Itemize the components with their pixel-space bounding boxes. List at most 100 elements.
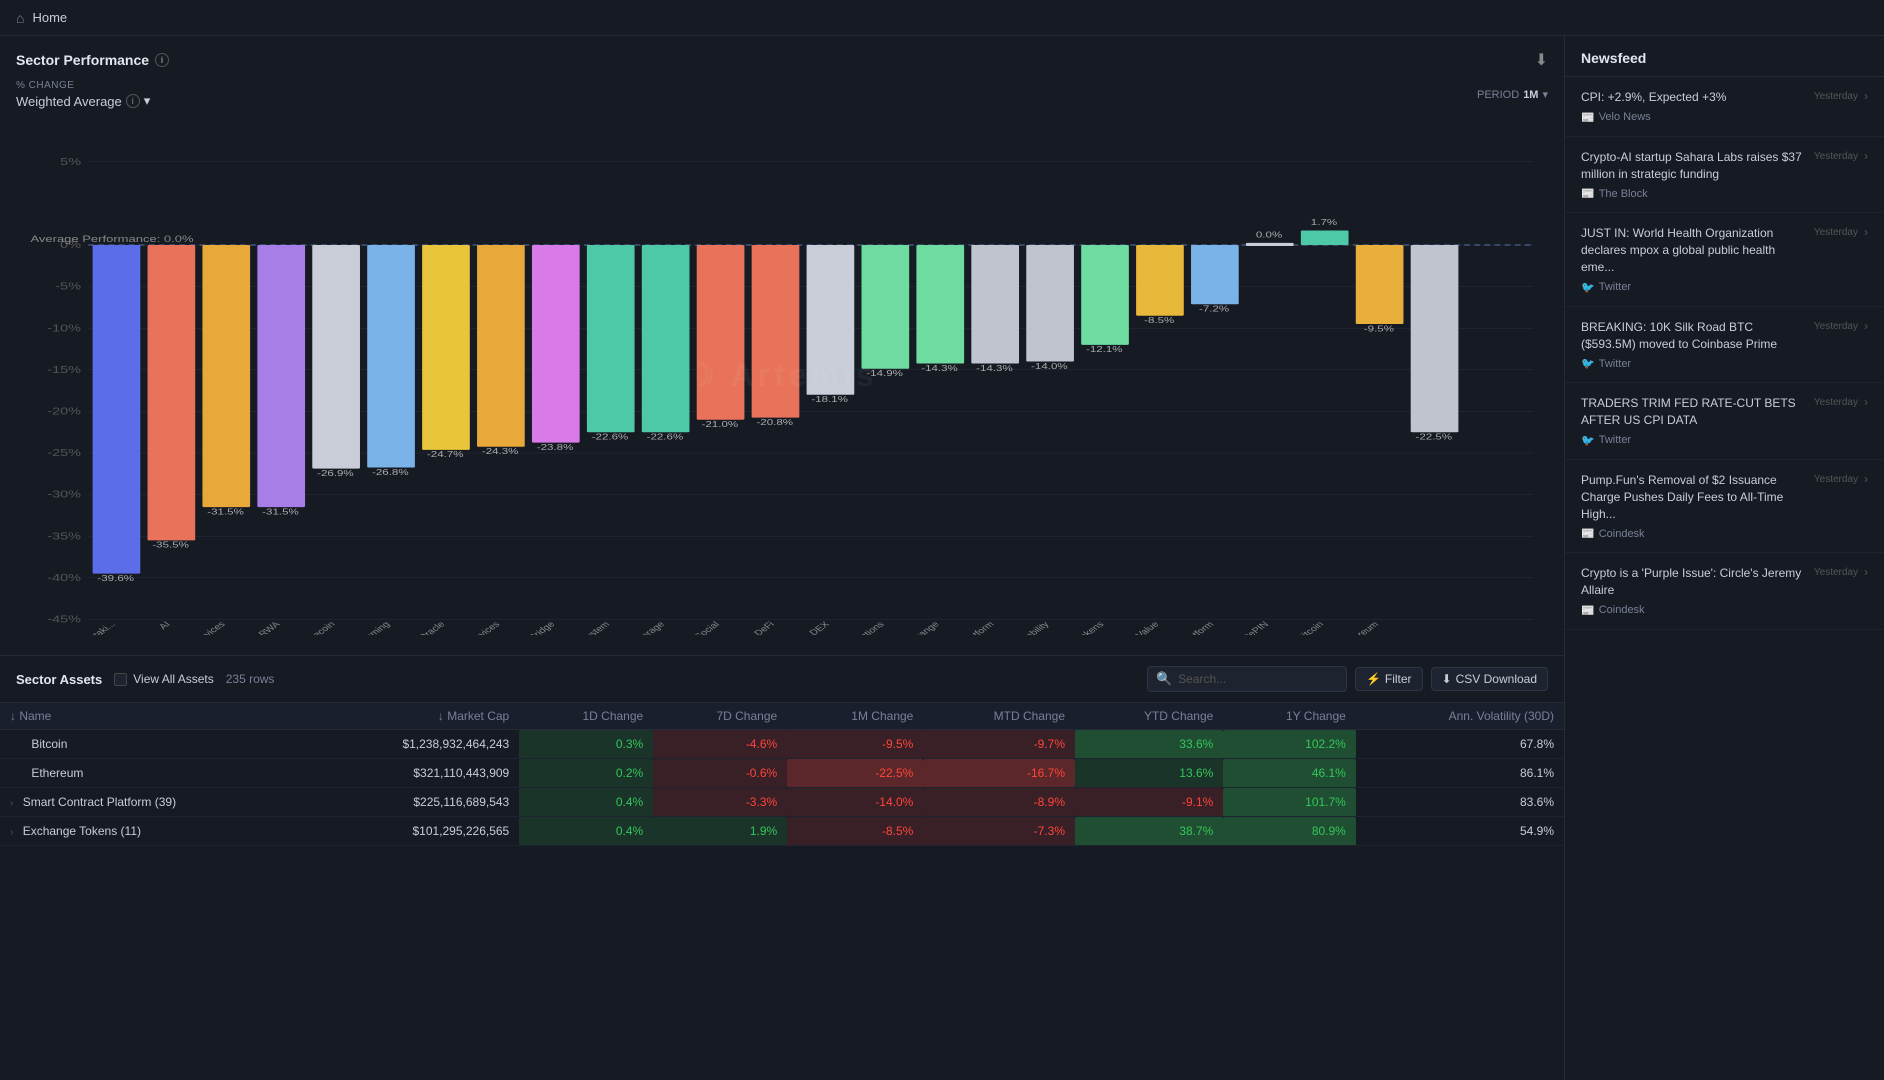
assets-table: ↓ Name ↓ Market Cap 1D Change 7D Change … <box>0 703 1564 846</box>
main-layout: Sector Performance i ⬇ % CHANGE Weighted… <box>0 36 1884 1080</box>
sector-performance-panel: Sector Performance i ⬇ % CHANGE Weighted… <box>0 36 1564 656</box>
news-title: Pump.Fun's Removal of $2 Issuance Charge… <box>1581 472 1806 522</box>
news-item[interactable]: CPI: +2.9%, Expected +3% Yesterday › 📰 V… <box>1565 77 1884 137</box>
svg-text:-23.8%: -23.8% <box>537 443 574 452</box>
col-market-cap[interactable]: ↓ Market Cap <box>309 703 519 730</box>
expand-icon[interactable]: › <box>10 827 13 838</box>
news-title: BREAKING: 10K Silk Road BTC ($593.5M) mo… <box>1581 319 1806 353</box>
svg-text:File Storage: File Storage <box>617 620 667 635</box>
twitter-icon: 🐦 <box>1581 357 1595 370</box>
view-all-checkbox[interactable] <box>114 673 127 686</box>
expand-icon[interactable]: › <box>10 798 13 809</box>
cell-1d: 0.4% <box>519 817 653 846</box>
weighted-avg-selector[interactable]: Weighted Average i ▾ <box>16 93 150 109</box>
svg-text:-14.3%: -14.3% <box>976 364 1013 373</box>
news-source-name: Twitter <box>1599 434 1631 446</box>
top-header: ⌂ Home <box>0 0 1884 36</box>
view-all-label: View All Assets <box>133 672 213 686</box>
news-source: 🐦 Twitter <box>1581 281 1868 294</box>
svg-text:-22.5%: -22.5% <box>1416 433 1453 442</box>
svg-text:-26.8%: -26.8% <box>372 468 409 477</box>
asset-name: Exchange Tokens (11) <box>23 824 141 838</box>
news-date: Yesterday <box>1814 321 1858 332</box>
col-name[interactable]: ↓ Name <box>0 703 309 730</box>
news-arrow-icon: › <box>1864 395 1868 409</box>
sector-assets-panel: Sector Assets View All Assets 235 rows 🔍… <box>0 656 1564 1080</box>
table-row[interactable]: Ethereum $321,110,443,9090.2%-0.6%-22.5%… <box>0 759 1564 788</box>
svg-text:-20.8%: -20.8% <box>756 418 793 427</box>
col-1y[interactable]: 1Y Change <box>1223 703 1356 730</box>
news-source-icon: 📰 <box>1581 187 1595 200</box>
svg-text:-12.1%: -12.1% <box>1086 346 1123 355</box>
sector-performance-header: Sector Performance i ⬇ <box>16 50 1548 70</box>
news-source-name: Twitter <box>1599 281 1631 293</box>
svg-text:-21.0%: -21.0% <box>702 420 739 429</box>
news-title: CPI: +2.9%, Expected +3% <box>1581 89 1806 106</box>
news-item[interactable]: JUST IN: World Health Organization decla… <box>1565 213 1884 306</box>
news-source-icon: 📰 <box>1581 604 1595 617</box>
filter-button[interactable]: ⚡ Filter <box>1355 667 1423 691</box>
cell-vol: 54.9% <box>1356 817 1564 846</box>
cell-1y: 101.7% <box>1223 788 1356 817</box>
col-1d[interactable]: 1D Change <box>519 703 653 730</box>
col-ytd[interactable]: YTD Change <box>1075 703 1223 730</box>
svg-text:Staki...: Staki... <box>86 620 118 635</box>
search-input[interactable] <box>1178 672 1338 686</box>
svg-text:-40%: -40% <box>47 572 81 584</box>
svg-text:-7.2%: -7.2% <box>1199 305 1229 314</box>
controls-row: % CHANGE Weighted Average i ▾ PERIOD 1M … <box>16 80 1548 109</box>
sector-performance-title: Sector Performance <box>16 52 149 68</box>
table-row[interactable]: › Smart Contract Platform (39) $225,116,… <box>0 788 1564 817</box>
news-date-group: Yesterday › <box>1814 89 1868 103</box>
table-row[interactable]: › Exchange Tokens (11) $101,295,226,5650… <box>0 817 1564 846</box>
news-item[interactable]: Pump.Fun's Removal of $2 Issuance Charge… <box>1565 460 1884 553</box>
pct-change-group: % CHANGE Weighted Average i ▾ <box>16 80 150 109</box>
sector-assets-title: Sector Assets <box>16 672 102 687</box>
weighted-avg-info-icon[interactable]: i <box>126 94 140 108</box>
cell-1m: -22.5% <box>787 759 923 788</box>
sector-performance-title-group: Sector Performance i <box>16 52 169 68</box>
col-7d[interactable]: 7D Change <box>653 703 787 730</box>
filter-icon: ⚡ <box>1366 672 1381 686</box>
news-arrow-icon: › <box>1864 149 1868 163</box>
news-top: Crypto-AI startup Sahara Labs raises $37… <box>1581 149 1868 183</box>
weighted-avg-chevron[interactable]: ▾ <box>144 93 151 109</box>
csv-download-button[interactable]: ⬇ CSV Download <box>1431 667 1548 691</box>
home-label: Home <box>32 10 67 25</box>
sector-performance-info-icon[interactable]: i <box>155 53 169 67</box>
news-arrow-icon: › <box>1864 319 1868 333</box>
cell-1y: 46.1% <box>1223 759 1356 788</box>
col-1m[interactable]: 1M Change <box>787 703 923 730</box>
news-date: Yesterday <box>1814 227 1858 238</box>
search-box[interactable]: 🔍 <box>1147 666 1347 692</box>
svg-text:-10%: -10% <box>47 322 81 334</box>
news-item[interactable]: TRADERS TRIM FED RATE-CUT BETS AFTER US … <box>1565 383 1884 460</box>
download-icon[interactable]: ⬇ <box>1535 50 1548 70</box>
asset-name: Bitcoin <box>31 737 67 751</box>
cell-market-cap: $1,238,932,464,243 <box>309 730 519 759</box>
news-date: Yesterday <box>1814 91 1858 102</box>
svg-text:-22.6%: -22.6% <box>647 433 684 442</box>
col-vol[interactable]: Ann. Volatility (30D) <box>1356 703 1564 730</box>
asset-name: Ethereum <box>31 766 83 780</box>
cell-ytd: 13.6% <box>1075 759 1223 788</box>
news-date: Yesterday <box>1814 567 1858 578</box>
cell-vol: 67.8% <box>1356 730 1564 759</box>
news-date-group: Yesterday › <box>1814 225 1868 239</box>
svg-text:Memecoin: Memecoin <box>294 620 338 635</box>
news-item[interactable]: Crypto-AI startup Sahara Labs raises $37… <box>1565 137 1884 214</box>
news-source-name: Coindesk <box>1599 528 1645 540</box>
news-item[interactable]: Crypto is a 'Purple Issue': Circle's Jer… <box>1565 553 1884 630</box>
period-chevron[interactable]: ▾ <box>1542 88 1548 101</box>
table-row[interactable]: Bitcoin $1,238,932,464,2430.3%-4.6%-9.5%… <box>0 730 1564 759</box>
col-mtd[interactable]: MTD Change <box>923 703 1075 730</box>
cell-vol: 83.6% <box>1356 788 1564 817</box>
view-all-checkbox-label[interactable]: View All Assets <box>114 672 213 686</box>
cell-name: Ethereum <box>0 759 309 788</box>
news-item[interactable]: BREAKING: 10K Silk Road BTC ($593.5M) mo… <box>1565 307 1884 384</box>
cell-7d: -4.6% <box>653 730 787 759</box>
period-value[interactable]: 1M <box>1523 89 1538 101</box>
svg-text:-31.5%: -31.5% <box>207 508 244 517</box>
news-title: TRADERS TRIM FED RATE-CUT BETS AFTER US … <box>1581 395 1806 429</box>
left-panel: Sector Performance i ⬇ % CHANGE Weighted… <box>0 36 1564 1080</box>
